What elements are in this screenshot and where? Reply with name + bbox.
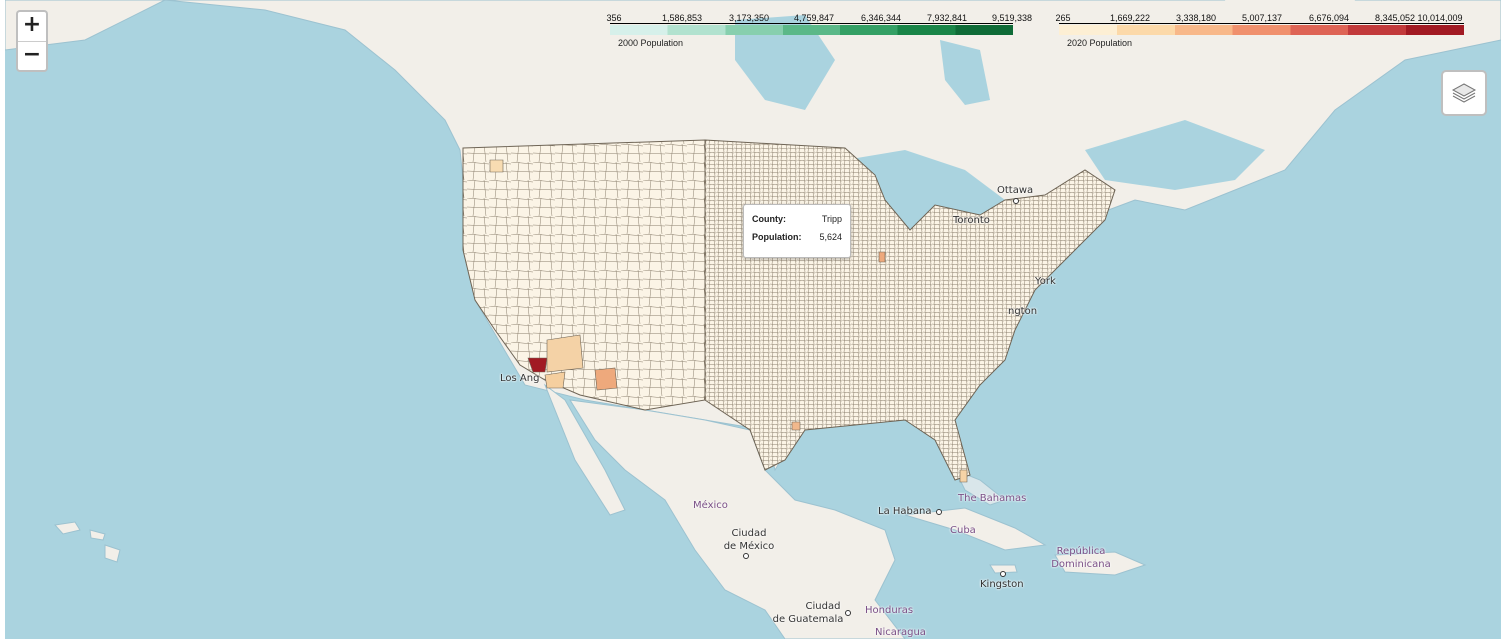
us-counties-west: [462, 139, 706, 411]
zoom-out-button[interactable]: −: [18, 41, 46, 70]
place-label-la-habana: La Habana: [878, 506, 932, 517]
legend-tick: 7,932,841: [926, 13, 968, 23]
mexico-land: [569, 399, 906, 639]
place-label-guatemala-2: de Guatemala: [772, 614, 844, 625]
legend-tick: 356: [606, 13, 622, 23]
tooltip-county-key: County:: [752, 214, 786, 224]
county-tooltip: County: Tripp Population: 5,624: [743, 204, 851, 258]
place-label-bahamas: The Bahamas: [958, 493, 1027, 504]
zoom-in-button[interactable]: +: [18, 12, 46, 41]
map-view[interactable]: Ottawa Toronto York ngton Los Ang México…: [5, 0, 1501, 639]
legend-tick: 265: [1055, 13, 1071, 23]
legend-axis: [1059, 23, 1464, 24]
legend-2020-population: 265 1,669,222 3,338,180 5,007,137 6,676,…: [1055, 9, 1464, 49]
legend-tick: 6,676,094: [1308, 13, 1350, 23]
tooltip-county-value: Tripp: [821, 214, 842, 224]
place-label-republica-1: República: [1056, 546, 1106, 557]
county-harris: [791, 421, 801, 431]
legend-2020-color-bar: [1059, 25, 1464, 35]
layer-control-button[interactable]: [1441, 70, 1487, 116]
legend-tick: 3,173,350: [728, 13, 770, 23]
county-maricopa: [594, 367, 618, 391]
place-label-nicaragua: Nicaragua: [875, 627, 926, 638]
county-riverside: [544, 371, 566, 389]
place-label-honduras: Honduras: [865, 605, 914, 616]
legend-tick: 1,669,222: [1109, 13, 1151, 23]
city-dot-la-habana: [936, 509, 942, 515]
legend-tick: 6,346,344: [860, 13, 902, 23]
place-label-mexico: México: [693, 500, 728, 511]
tooltip-population-key: Population:: [752, 232, 802, 242]
legend-tick: 9,519,338: [991, 13, 1033, 23]
place-label-toronto: Toronto: [953, 215, 990, 226]
place-label-cuba: Cuba: [950, 525, 976, 536]
legend-axis: [610, 23, 1013, 24]
county-miami-dade: [959, 469, 968, 483]
legend-2000-population: 356 1,586,853 3,173,350 4,759,847 6,346,…: [606, 9, 1032, 49]
hawaii: [54, 521, 121, 563]
place-label-new-york: York: [1035, 276, 1056, 287]
zoom-control: + −: [16, 10, 48, 72]
place-label-republica-2: Dominicana: [1051, 559, 1111, 570]
layers-icon: [1451, 83, 1477, 103]
legend-2020-caption: 2020 Population: [1067, 38, 1133, 48]
place-label-ciudad-mexico-1: Ciudad: [731, 528, 767, 539]
place-label-kingston: Kingston: [980, 579, 1024, 590]
legend-tick: 10,014,009: [1417, 13, 1463, 23]
county-king: [489, 159, 504, 173]
place-label-guatemala-1: Ciudad: [805, 601, 841, 612]
tooltip-population-value: 5,624: [819, 232, 842, 242]
place-label-ciudad-mexico-2: de México: [723, 541, 775, 552]
legend-tick: 1,586,853: [661, 13, 703, 23]
place-label-ottawa: Ottawa: [997, 185, 1034, 196]
place-label-washington: ngton: [1008, 306, 1038, 317]
legend-tick: 8,345,052: [1374, 13, 1416, 23]
tooltip-county-row: County: Tripp: [752, 214, 842, 232]
legend-tick: 4,759,847: [793, 13, 835, 23]
place-label-los-angeles: Los Ang: [500, 373, 540, 384]
city-dot-ottawa: [1013, 198, 1019, 204]
city-dot-kingston: [1000, 571, 1006, 577]
legend-tick: 3,338,180: [1175, 13, 1217, 23]
legend-tick: 5,007,137: [1241, 13, 1283, 23]
city-dot-mexico: [743, 553, 749, 559]
county-san-bernardino: [546, 334, 584, 373]
legend-2000-caption: 2000 Population: [618, 38, 684, 48]
county-cook: [878, 251, 886, 263]
tooltip-population-row: Population: 5,624: [752, 232, 842, 250]
legend-2000-color-bar: [610, 25, 1013, 35]
